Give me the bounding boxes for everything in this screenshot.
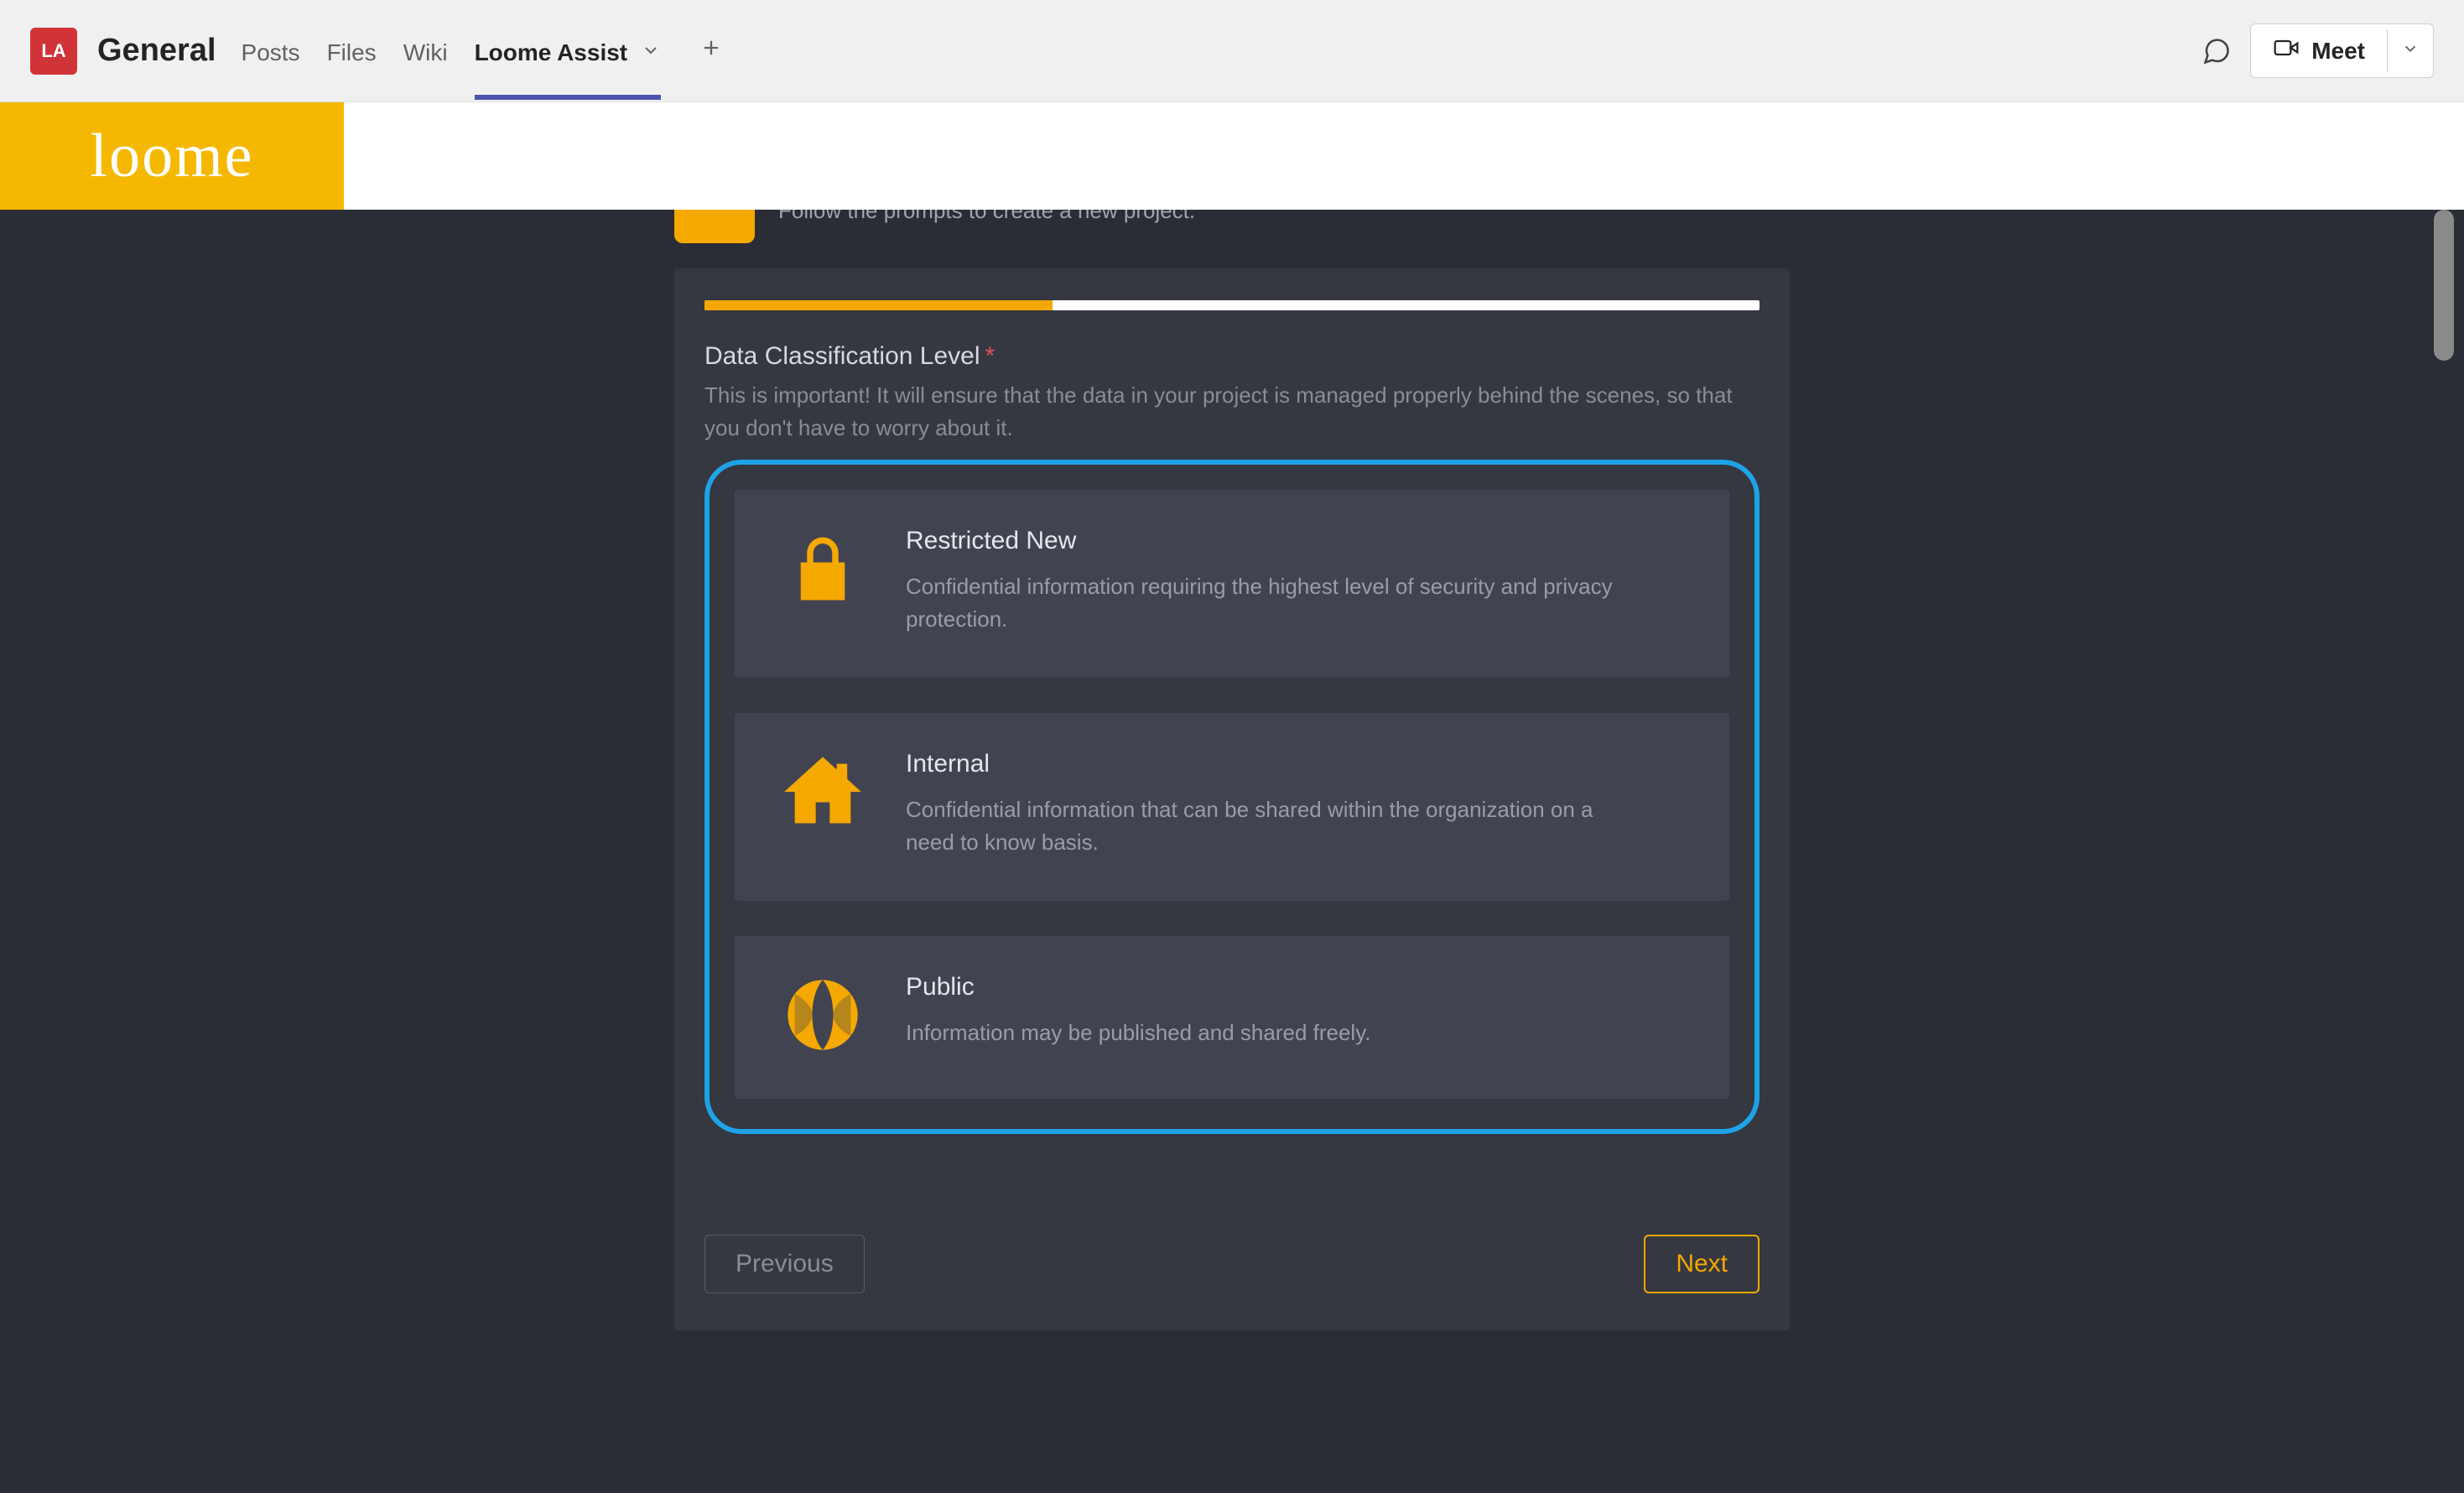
option-desc: Information may be published and shared …	[906, 1017, 1371, 1049]
main-content: Project Creation Follow the prompts to c…	[0, 210, 2464, 1493]
option-title: Public	[906, 973, 1371, 1001]
tab-wiki[interactable]: Wiki	[403, 6, 448, 96]
chevron-down-icon[interactable]	[641, 39, 661, 65]
meet-button[interactable]: Meet	[2251, 24, 2387, 77]
content-card: Project Creation Follow the prompts to c…	[674, 210, 1790, 1330]
add-tab-button[interactable]	[688, 34, 735, 67]
option-internal[interactable]: Internal Confidential information that c…	[735, 713, 1729, 901]
classification-options-highlight: Restricted New Confidential information …	[704, 460, 1760, 1134]
tab-loome-assist-label: Loome Assist	[475, 39, 628, 65]
form-card: Data Classification Level* This is impor…	[674, 268, 1790, 1330]
tab-posts[interactable]: Posts	[242, 6, 300, 96]
meet-dropdown-button[interactable]	[2387, 29, 2433, 72]
tabs: Posts Files Wiki Loome Assist	[242, 6, 735, 96]
option-desc: Confidential information that can be sha…	[906, 793, 1644, 859]
scrollbar-thumb[interactable]	[2434, 210, 2454, 361]
progress-bar	[704, 300, 1760, 310]
lock-icon	[777, 527, 869, 636]
channel-title: General	[97, 33, 216, 69]
next-button[interactable]: Next	[1644, 1235, 1760, 1293]
meet-label: Meet	[2311, 38, 2365, 65]
loome-logo[interactable]: loome	[0, 102, 344, 210]
required-mark: *	[985, 342, 995, 370]
option-public[interactable]: Public Information may be published and …	[735, 936, 1729, 1099]
option-title: Restricted New	[906, 527, 1644, 555]
option-desc: Confidential information requiring the h…	[906, 570, 1644, 636]
globe-icon	[777, 973, 869, 1057]
video-icon	[2273, 34, 2300, 67]
option-title: Internal	[906, 750, 1644, 778]
field-help: This is important! It will ensure that t…	[704, 379, 1744, 445]
tab-files[interactable]: Files	[327, 6, 377, 96]
chat-icon[interactable]	[2200, 34, 2233, 68]
header-actions: Meet	[2200, 23, 2434, 78]
page-subtitle: Follow the prompts to create a new proje…	[778, 210, 1195, 224]
home-icon	[777, 750, 869, 859]
progress-fill	[704, 300, 1053, 310]
previous-button[interactable]: Previous	[704, 1235, 865, 1293]
teams-header: LA General Posts Files Wiki Loome Assist…	[0, 0, 2464, 102]
page-header-icon	[674, 210, 755, 243]
meet-button-group: Meet	[2250, 23, 2434, 78]
field-label-text: Data Classification Level	[704, 342, 980, 370]
option-restricted[interactable]: Restricted New Confidential information …	[735, 490, 1729, 678]
field-label: Data Classification Level*	[704, 342, 1760, 371]
channel-avatar[interactable]: LA	[30, 28, 77, 75]
wizard-buttons: Previous Next	[704, 1235, 1760, 1293]
loome-bar: loome	[0, 102, 2464, 210]
tab-loome-assist[interactable]: Loome Assist	[475, 6, 661, 96]
page-header: Project Creation Follow the prompts to c…	[674, 210, 1790, 268]
